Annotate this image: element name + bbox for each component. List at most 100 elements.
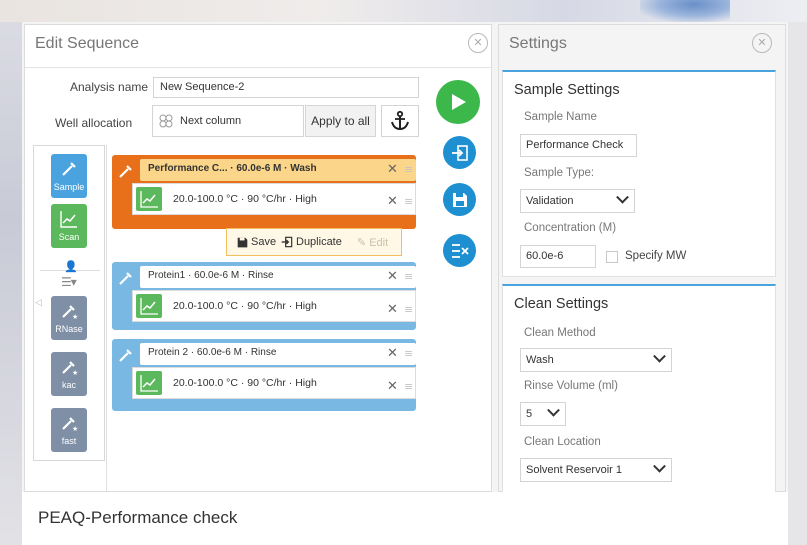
method-kac-label: kac [61,380,76,390]
specify-mw-checkbox[interactable] [606,251,618,263]
method-rnase-label: RNase [55,324,83,334]
well-allocation-value: Next column [180,115,242,127]
specify-mw-label: Specify MW [625,250,687,262]
sample-header[interactable]: Performance C... · 60.0e-6 M · Wash [140,159,416,181]
svg-text:★: ★ [72,313,78,320]
clear-list-icon [451,243,469,258]
sample-tool[interactable]: Sample [51,154,87,198]
pencil-icon: ✎ [357,237,367,249]
sample-header[interactable]: Protein 2 · 60.0e-6 M · Rinse [140,343,416,365]
duplicate-sample-button[interactable]: Duplicate [281,236,342,248]
drag-handle-icon[interactable]: ≡ [404,195,413,208]
scan-summary: 20.0-100.0 °C · 90 °C/hr · High [173,193,317,205]
pipette-icon [62,162,76,176]
run-button[interactable] [436,80,480,124]
scan-chart-icon [136,187,162,211]
well-grid-icon [159,114,173,128]
scan-chart-icon [60,211,77,228]
concentration-input[interactable]: 60.0e-6 [520,245,596,268]
sample-header-text: Protein 2 · 60.0e-6 M · Rinse [148,347,277,358]
edit-sample-button[interactable]: ✎ Edit [357,236,389,250]
rinse-volume-select[interactable]: 5 [520,402,566,426]
clean-settings-title: Clean Settings [514,296,609,312]
import-icon [451,144,468,161]
duplicate-label: Duplicate [296,236,342,248]
edit-sequence-title: Edit Sequence [35,35,140,52]
chevron-down-icon [547,403,560,417]
well-allocation-selector[interactable]: Next column [152,105,304,137]
scan-summary: 20.0-100.0 °C · 90 °C/hr · High [173,377,317,389]
save-sequence-button[interactable] [443,183,476,216]
sample-card[interactable]: Protein1 · 60.0e-6 M · Rinse 20.0-100.0 … [112,262,416,330]
remove-scan-icon[interactable]: ✕ [387,379,398,394]
drag-handle-icon[interactable]: ≡ [404,347,413,360]
pipette-icon [119,349,132,362]
pipette-star-icon: ★ [62,305,78,320]
clean-location-select[interactable]: Solvent Reservoir 1 [520,458,672,482]
close-edit-sequence-icon[interactable]: ✕ [468,33,488,53]
drag-handle-icon[interactable]: ≡ [404,380,413,393]
floppy-disk-icon [237,237,248,247]
scan-summary: 20.0-100.0 °C · 90 °C/hr · High [173,300,317,312]
chevron-down-icon [616,190,629,204]
sample-settings-title: Sample Settings [514,82,620,98]
analysis-name-input[interactable]: New Sequence-2 [153,77,419,98]
drag-handle-icon[interactable]: ≡ [404,163,413,176]
method-rnase[interactable]: ★ RNase [51,296,87,340]
save-sample-button[interactable]: Save [237,236,276,248]
chevron-down-icon [653,349,666,363]
svg-text:★: ★ [72,425,78,432]
person-icon[interactable]: 👤 [64,260,78,273]
sample-name-input[interactable]: Performance Check [520,134,637,157]
chevron-down-icon [653,459,666,473]
sample-header[interactable]: Protein1 · 60.0e-6 M · Rinse [140,266,416,288]
scan-chart-icon [136,371,162,395]
concentration-label: Concentration (M) [524,222,617,234]
drag-handle-icon[interactable]: ≡ [404,270,413,283]
apply-to-all-button[interactable]: Apply to all [305,105,376,137]
sample-name-label: Sample Name [524,111,597,123]
scan-row[interactable]: 20.0-100.0 °C · 90 °C/hr · High [132,183,416,215]
analysis-name-label: Analysis name [70,80,149,94]
method-sidebar: Sample Scan 👤 ☰▾ ★ RNase ★ kac ★ fast [33,145,105,461]
collapse-arrow-icon[interactable]: ◁ [35,298,42,308]
import-button[interactable] [443,136,476,169]
sample-card[interactable]: Performance C... · 60.0e-6 M · Wash 20.0… [112,155,416,229]
sample-tool-label: Sample [53,182,85,192]
anchor-button[interactable] [381,105,419,137]
settings-title: Settings [509,35,567,52]
floppy-disk-icon [452,192,467,207]
clean-location-value: Solvent Reservoir 1 [526,464,622,476]
remove-scan-icon[interactable]: ✕ [387,302,398,317]
pipette-star-icon: ★ [62,361,78,376]
sample-type-value: Validation [526,195,574,207]
sample-type-select[interactable]: Validation [520,189,635,213]
method-kac[interactable]: ★ kac [51,352,87,396]
clean-method-label: Clean Method [524,327,596,339]
background-blob [640,0,730,22]
pipette-star-icon: ★ [62,417,78,432]
remove-sample-icon[interactable]: ✕ [387,346,398,361]
clean-method-select[interactable]: Wash [520,348,672,372]
scan-tool[interactable]: Scan [51,204,87,248]
scan-row[interactable]: 20.0-100.0 °C · 90 °C/hr · High [132,290,416,322]
scan-chart-icon [136,294,162,318]
well-allocation-label: Well allocation [55,116,133,130]
svg-text:★: ★ [72,369,78,376]
edit-label: Edit [369,236,389,249]
remove-sample-icon[interactable]: ✕ [387,269,398,284]
sample-card[interactable]: Protein 2 · 60.0e-6 M · Rinse 20.0-100.0… [112,339,416,411]
rinse-volume-label: Rinse Volume (ml) [524,380,618,392]
rinse-volume-value: 5 [526,408,533,420]
close-settings-icon[interactable]: ✕ [752,33,772,53]
drag-handle-icon[interactable]: ≡ [404,303,413,316]
scan-row[interactable]: 20.0-100.0 °C · 90 °C/hr · High [132,367,416,399]
clear-sequence-button[interactable] [443,234,476,267]
method-fast[interactable]: ★ fast [51,408,87,452]
remove-sample-icon[interactable]: ✕ [387,162,398,177]
clean-location-label: Clean Location [524,436,601,448]
duplicate-icon [281,236,293,248]
remove-scan-icon[interactable]: ✕ [387,194,398,209]
scan-tool-label: Scan [58,232,80,242]
menu-icon[interactable]: ☰▾ [61,275,77,289]
